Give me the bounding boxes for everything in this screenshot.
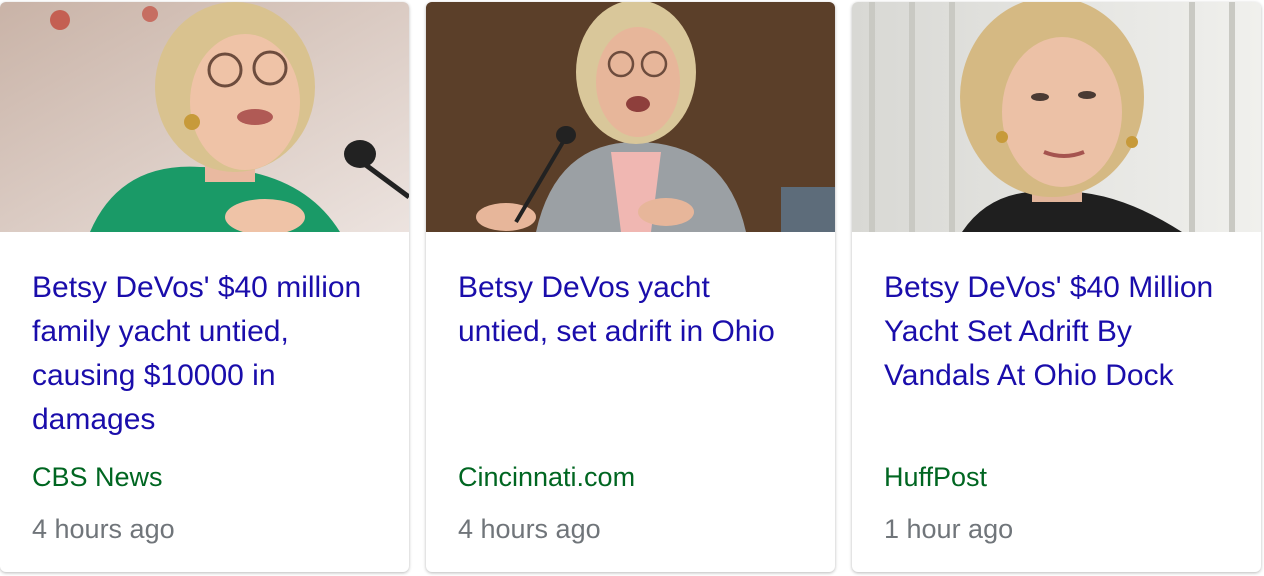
news-headline[interactable]: Betsy DeVos' $40 Million Yacht Set Adrif… (884, 266, 1234, 398)
news-source: HuffPost (884, 462, 988, 492)
news-source: Cincinnati.com (458, 462, 636, 492)
news-carousel: Betsy DeVos' $40 million family yacht un… (0, 0, 1264, 576)
news-thumbnail[interactable] (0, 2, 409, 232)
news-timestamp: 4 hours ago (32, 514, 175, 544)
news-thumbnail[interactable] (426, 2, 835, 232)
news-headline[interactable]: Betsy DeVos' $40 million family yacht un… (32, 266, 382, 442)
news-thumbnail[interactable] (852, 2, 1261, 232)
news-card[interactable]: Betsy DeVos' $40 million family yacht un… (0, 2, 409, 572)
news-timestamp: 4 hours ago (458, 514, 601, 544)
news-source: CBS News (32, 462, 163, 492)
news-headline[interactable]: Betsy DeVos yacht untied, set adrift in … (458, 266, 808, 354)
news-card[interactable]: Betsy DeVos' $40 Million Yacht Set Adrif… (852, 2, 1261, 572)
news-timestamp: 1 hour ago (884, 514, 1014, 544)
news-card[interactable]: Betsy DeVos yacht untied, set adrift in … (426, 2, 835, 572)
